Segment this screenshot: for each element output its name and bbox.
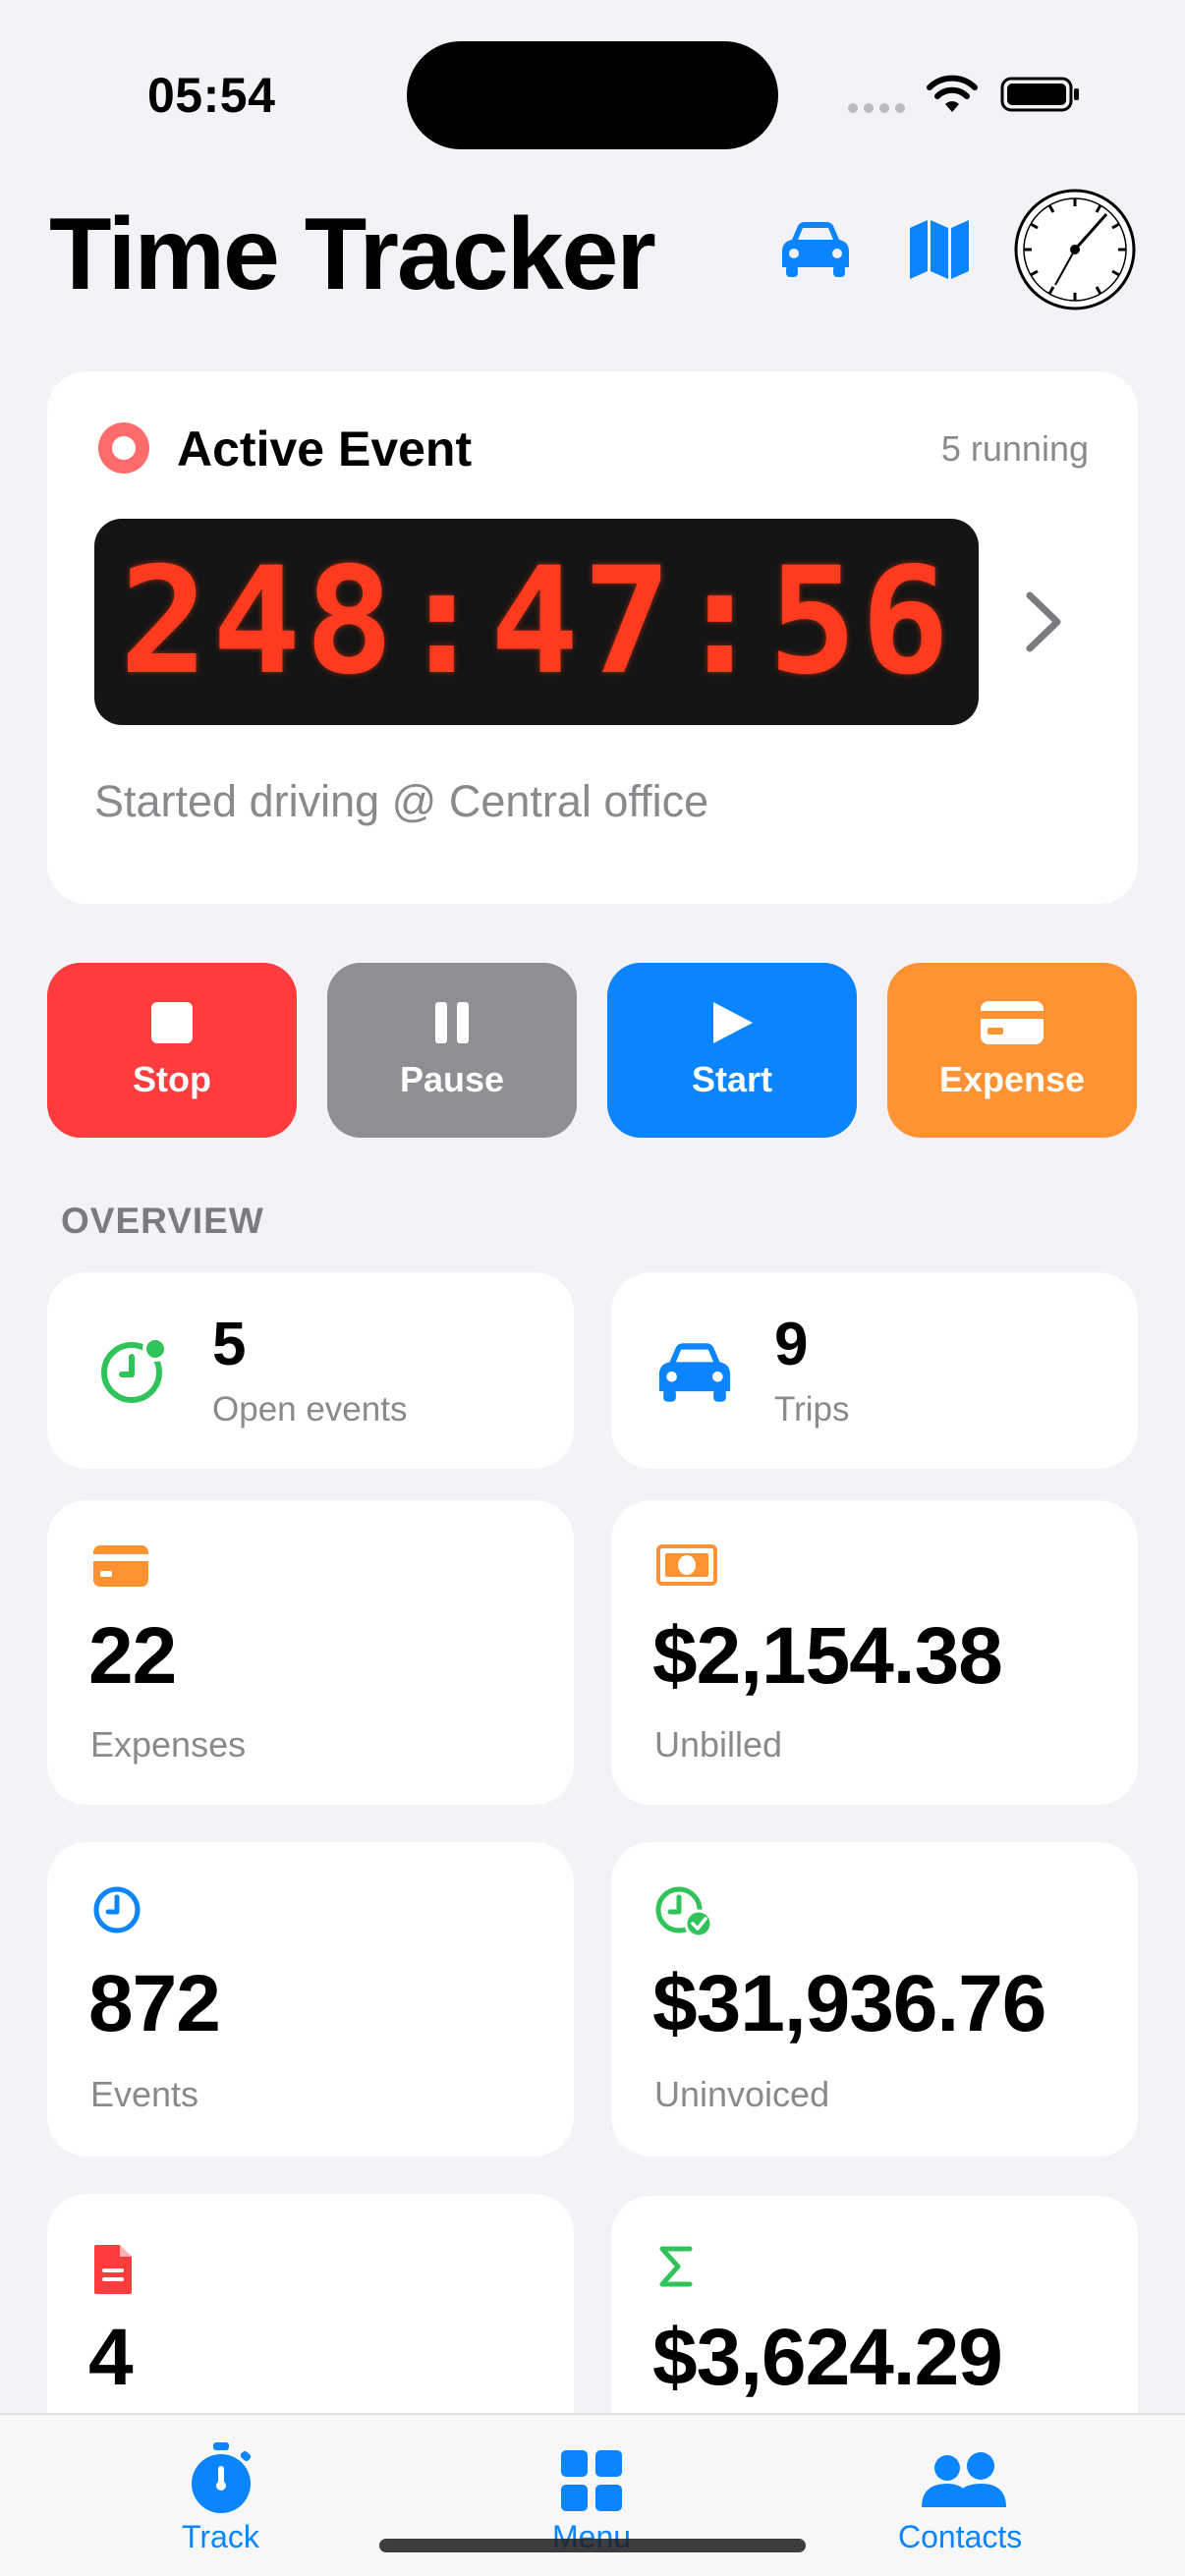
timer-value: 248:47:56 xyxy=(119,536,954,707)
tab-track[interactable]: Track xyxy=(147,2436,295,2564)
timer-display: 248:47:56 xyxy=(94,519,979,725)
expenses-value: 22 xyxy=(88,1611,177,1701)
expenses-label: Expenses xyxy=(90,1724,247,1764)
trips-card[interactable]: 9 Trips xyxy=(611,1272,1138,1469)
status-time: 05:54 xyxy=(147,68,276,123)
clock-icon xyxy=(93,1886,141,1933)
open-events-label: Open events xyxy=(212,1390,408,1428)
unbilled-value: $2,154.38 xyxy=(652,1611,1003,1701)
clock-badge-icon xyxy=(101,1336,168,1403)
open-events-card[interactable]: 5 Open events xyxy=(47,1272,574,1469)
pause-icon xyxy=(435,1002,469,1043)
stopwatch-icon[interactable] xyxy=(1012,187,1138,312)
uninvoiced-value: $31,936.76 xyxy=(652,1959,1046,2048)
start-button[interactable]: Start xyxy=(607,963,857,1138)
recording-dot-icon xyxy=(98,422,149,474)
documents-value: 4 xyxy=(88,2313,134,2402)
events-label: Events xyxy=(90,2074,199,2114)
overview-heading: OVERVIEW xyxy=(61,1201,264,1241)
credit-card-icon xyxy=(93,1545,148,1587)
event-description: Started driving @ Central office xyxy=(94,776,709,826)
dynamic-island xyxy=(407,41,778,149)
stop-icon xyxy=(151,1002,193,1043)
home-indicator[interactable] xyxy=(379,2539,806,2552)
tab-contacts-label: Contacts xyxy=(898,2519,1023,2554)
tab-track-label: Track xyxy=(182,2519,259,2554)
open-events-value: 5 xyxy=(212,1311,247,1378)
signal-dots-icon xyxy=(848,103,905,113)
pause-button[interactable]: Pause xyxy=(327,963,577,1138)
tab-contacts[interactable]: Contacts xyxy=(884,2436,1042,2564)
credit-card-icon xyxy=(981,1001,1044,1044)
car-icon[interactable] xyxy=(778,218,853,281)
wifi-icon xyxy=(927,75,978,112)
uninvoiced-label: Uninvoiced xyxy=(654,2074,830,2114)
expense-button[interactable]: Expense xyxy=(887,963,1137,1138)
pause-label: Pause xyxy=(399,1059,505,1099)
unbilled-card[interactable]: $2,154.38 Unbilled xyxy=(611,1500,1138,1805)
start-label: Start xyxy=(691,1059,773,1099)
stopwatch-icon xyxy=(192,2442,252,2513)
stop-label: Stop xyxy=(133,1059,211,1099)
trips-label: Trips xyxy=(774,1390,850,1428)
total-value: $3,624.29 xyxy=(652,2313,1003,2402)
page-title: Time Tracker xyxy=(49,197,656,311)
chevron-right-icon[interactable] xyxy=(1022,589,1065,654)
stop-button[interactable]: Stop xyxy=(47,963,297,1138)
expenses-card[interactable]: 22 Expenses xyxy=(47,1500,574,1805)
running-count: 5 running xyxy=(940,428,1089,469)
battery-icon xyxy=(1000,77,1079,112)
uninvoiced-card[interactable]: $31,936.76 Uninvoiced xyxy=(611,1842,1138,2156)
events-card[interactable]: 872 Events xyxy=(47,1842,574,2156)
unbilled-label: Unbilled xyxy=(654,1724,783,1764)
grid-icon xyxy=(561,2450,622,2511)
people-icon xyxy=(922,2452,1006,2507)
expense-label: Expense xyxy=(938,1059,1086,1099)
car-icon xyxy=(658,1343,731,1402)
document-icon xyxy=(94,2245,132,2294)
events-value: 872 xyxy=(88,1959,221,2048)
clock-checkmark-icon xyxy=(655,1886,713,1938)
trips-value: 9 xyxy=(774,1311,809,1378)
play-icon xyxy=(713,1002,753,1043)
banknote-icon xyxy=(656,1544,717,1586)
active-event-label: Active Event xyxy=(177,421,473,476)
sigma-icon xyxy=(659,2246,693,2287)
map-icon[interactable] xyxy=(908,218,971,281)
